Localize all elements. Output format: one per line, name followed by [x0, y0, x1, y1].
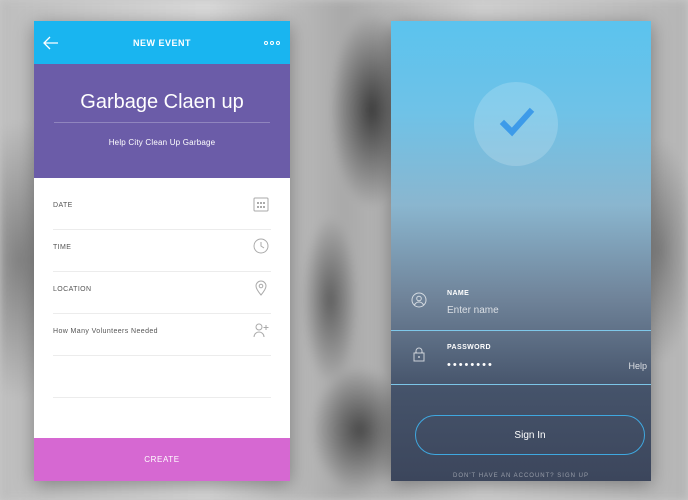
date-label: DATE: [53, 202, 73, 209]
help-link[interactable]: Help: [628, 361, 647, 371]
password-input[interactable]: ••••••••: [447, 359, 494, 371]
password-row: PASSWORD •••••••• Help: [391, 331, 651, 385]
name-label: NAME: [447, 290, 470, 297]
lock-icon: [413, 347, 425, 362]
date-field[interactable]: DATE: [53, 188, 271, 230]
event-title: Garbage Claen up: [80, 91, 244, 113]
calendar-icon[interactable]: [253, 196, 269, 212]
clock-icon[interactable]: [253, 238, 269, 254]
password-label: PASSWORD: [447, 344, 491, 351]
login-screen: NAME Enter name PASSWORD •••••••• Help S…: [391, 21, 651, 481]
location-pin-icon[interactable]: [253, 280, 269, 296]
create-button[interactable]: CREATE: [34, 438, 290, 481]
checkmark-icon: [499, 107, 535, 137]
hero-divider: [54, 122, 270, 123]
page-title: NEW EVENT: [132, 37, 191, 48]
new-event-screen: NEW EVENT Garbage Claen up Help City Cle…: [34, 21, 290, 481]
event-hero: Garbage Claen up Help City Clean Up Garb…: [34, 64, 290, 178]
time-label: TIME: [53, 244, 72, 251]
name-input[interactable]: Enter name: [447, 305, 499, 316]
event-subtitle: Help City Clean Up Garbage: [108, 138, 216, 147]
add-user-icon[interactable]: [253, 322, 269, 338]
sign-in-button[interactable]: Sign In: [415, 415, 645, 455]
location-field[interactable]: LOCATION: [53, 272, 271, 314]
location-label: LOCATION: [53, 286, 92, 293]
empty-field[interactable]: [53, 356, 271, 398]
app-header: NEW EVENT: [34, 21, 290, 64]
checkmark-badge: [474, 82, 558, 166]
signup-hint[interactable]: DON'T HAVE AN ACCOUNT? SIGN UP: [391, 473, 651, 479]
more-options-icon[interactable]: [264, 41, 280, 45]
user-icon: [411, 292, 427, 308]
volunteers-label: How Many Volunteers Needed: [53, 328, 158, 335]
time-field[interactable]: TIME: [53, 230, 271, 272]
event-form: DATE TIME LOCATION How Many Volunteers N…: [34, 178, 290, 438]
volunteers-field[interactable]: How Many Volunteers Needed: [53, 314, 271, 356]
back-arrow-icon[interactable]: [42, 34, 60, 52]
name-row: NAME Enter name: [391, 277, 651, 331]
